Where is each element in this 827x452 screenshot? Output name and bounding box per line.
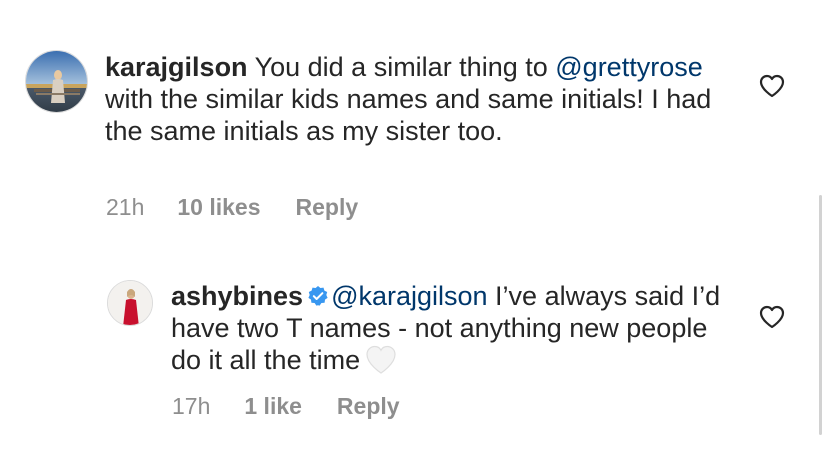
avatar[interactable] (25, 50, 88, 113)
avatar-photo-icon (26, 51, 87, 112)
avatar[interactable] (107, 280, 153, 326)
comment-meta: 17h 1 like Reply (172, 393, 400, 420)
reply-button[interactable]: Reply (296, 194, 359, 221)
reply-button[interactable]: Reply (337, 393, 400, 420)
heart-outline-icon (759, 305, 785, 329)
comment-meta: 21h 10 likes Reply (106, 194, 358, 221)
comment-ashybines: ashybines @karajgilson I’ve always said I… (0, 240, 827, 440)
comments-screen: karajgilson You did a similar thing to @… (0, 0, 827, 452)
comment-text-part: You did a similar thing to (247, 52, 556, 82)
verified-badge-icon (307, 282, 329, 306)
comment-body: karajgilson You did a similar thing to @… (105, 51, 725, 147)
like-button[interactable] (759, 305, 785, 329)
avatar-photo-icon (108, 281, 152, 325)
comment-karajgilson: karajgilson You did a similar thing to @… (0, 0, 827, 240)
likes-count[interactable]: 1 like (244, 393, 302, 420)
mention-link[interactable]: @karajgilson (331, 281, 487, 311)
heart-outline-icon (759, 74, 785, 98)
comment-username[interactable]: ashybines (171, 281, 303, 311)
mention-link[interactable]: @grettyrose (555, 52, 702, 82)
comment-username[interactable]: karajgilson (105, 52, 248, 82)
like-button[interactable] (759, 74, 785, 98)
scrollbar[interactable] (819, 195, 822, 435)
comment-time[interactable]: 21h (106, 194, 144, 221)
comment-text-part: with the similar kids names and same ini… (105, 84, 712, 146)
comment-time[interactable]: 17h (172, 393, 210, 420)
comment-body: ashybines @karajgilson I’ve always said I… (171, 280, 731, 376)
likes-count[interactable]: 10 likes (177, 194, 260, 221)
white-heart-emoji-icon (364, 344, 398, 376)
